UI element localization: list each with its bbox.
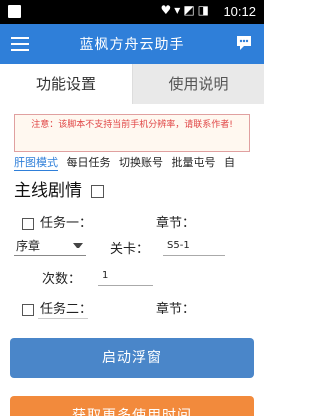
task1-checkbox[interactable] <box>22 217 34 230</box>
task2-label: 任务二： <box>40 302 93 317</box>
warning-notice: 注意：该脚本不支持当前手机分辨率，请联系作者! <box>14 114 250 152</box>
task1-label: 任务一： <box>40 216 93 231</box>
stage-label: 关卡： <box>110 242 150 257</box>
mode-subtabs: 肝图模式 每日任务 切换账号 批量屯号 自 <box>14 154 264 174</box>
status-time: 10:12 <box>223 4 256 19</box>
chat-icon[interactable] <box>234 33 254 53</box>
tab-settings[interactable]: 功能设置 <box>0 64 132 104</box>
task1-chapter-label: 章节： <box>156 216 196 231</box>
section-title-label: 主线剧情 <box>14 181 82 201</box>
count-input[interactable]: 1 <box>98 266 153 286</box>
task1-row: 任务一： <box>22 212 92 231</box>
status-icons: ♥▾◩◨ <box>160 3 212 17</box>
main-story-checkbox[interactable] <box>91 184 105 198</box>
section-title: 主线剧情 <box>14 176 105 201</box>
task2-checkbox[interactable] <box>22 303 34 316</box>
subtab-daily-tasks[interactable]: 每日任务 <box>67 154 111 170</box>
task2-chapter-label: 章节： <box>156 302 196 317</box>
subtab-switch-account[interactable]: 切换账号 <box>119 154 163 170</box>
app-bar: 蓝枫方舟云助手 <box>0 24 264 64</box>
notification-icon <box>8 5 21 18</box>
dropdown-arrow-icon <box>73 243 83 248</box>
task2-divider <box>38 318 88 319</box>
task2-row: 任务二： <box>22 298 92 317</box>
chapter-select[interactable]: 序章 <box>14 236 86 256</box>
main-tabs: 功能设置 使用说明 <box>0 64 264 104</box>
chapter-select-value: 序章 <box>16 239 41 253</box>
stage-input[interactable]: S5-1 <box>163 236 225 256</box>
get-more-time-button[interactable]: 获取更多使用时间 <box>10 396 254 416</box>
tab-instructions[interactable]: 使用说明 <box>132 64 264 104</box>
app-title: 蓝枫方舟云助手 <box>79 37 185 53</box>
subtab-batch-accounts[interactable]: 批量屯号 <box>172 154 216 170</box>
subtab-grind-mode[interactable]: 肝图模式 <box>14 154 58 171</box>
status-bar: ♥▾◩◨ 10:12 <box>0 0 264 24</box>
start-float-window-button[interactable]: 启动浮窗 <box>10 338 254 378</box>
subtab-more[interactable]: 自 <box>224 154 235 170</box>
count-label: 次数： <box>42 272 82 287</box>
